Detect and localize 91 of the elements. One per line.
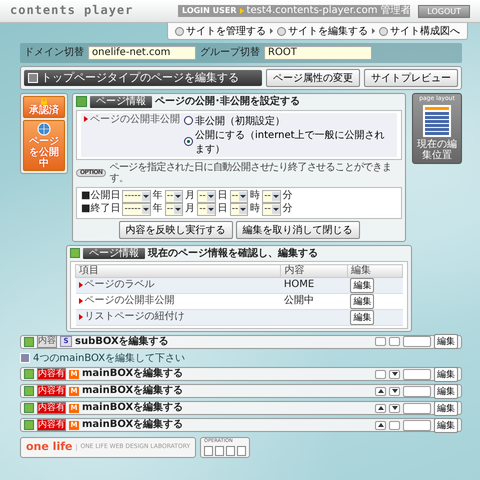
table-cell: ページのラベル — [84, 279, 154, 291]
dropdown-field[interactable]: -- — [262, 202, 281, 216]
edit-button[interactable]: 編集 — [434, 384, 458, 398]
domain-label: ドメイン切替 — [24, 47, 84, 59]
table-cell: 公開中 — [284, 295, 314, 306]
unit-label: 分 — [282, 203, 293, 215]
edit-button[interactable]: 編集 — [350, 294, 374, 308]
panel-title: ページの公開･非公開を設定する — [155, 96, 300, 108]
domain-field[interactable]: onelife-net.com — [88, 46, 196, 60]
app-logo: contents player — [10, 4, 134, 18]
edit-button[interactable]: 編集 — [350, 278, 374, 292]
bullet-icon — [78, 282, 82, 288]
section-tag: ページ情報 — [90, 96, 152, 108]
radio-option[interactable]: 公開にする（internet上で一般に公開されます） — [184, 128, 394, 156]
unit-label: 時 — [250, 203, 260, 215]
dropdown-field[interactable]: ----- — [122, 202, 151, 216]
toolbar-button[interactable]: サイトプレビュー — [364, 69, 458, 87]
page-title: トップページタイプのページを編集する — [41, 72, 239, 84]
action-button[interactable]: 編集を取り消して閉じる — [236, 220, 360, 238]
edit-button[interactable]: 編集 — [434, 418, 458, 432]
edit-button[interactable]: 編集 — [434, 400, 458, 416]
field-label: ページの公開非公開 — [90, 114, 180, 125]
group-label: グループ切替 — [200, 47, 260, 59]
dropdown-field[interactable]: -- — [230, 190, 248, 202]
dropdown-field[interactable]: -- — [230, 202, 248, 216]
panel-title: 現在のページ情報を確認し、編集する — [148, 248, 318, 259]
move-up-button[interactable] — [375, 386, 386, 396]
blank-button[interactable] — [389, 337, 400, 346]
action-button[interactable]: 内容を反映し実行する — [118, 220, 232, 238]
content-tag: 内容 — [37, 335, 57, 348]
table-cell: ページの公開非公開 — [84, 295, 174, 307]
group-field[interactable]: ROOT — [264, 46, 372, 60]
column-header: 編集 — [347, 264, 402, 277]
dropdown-field[interactable]: -- — [197, 202, 216, 216]
bullet-icon — [78, 314, 82, 320]
section-note: 4つのmainBOXを編集して下さい — [33, 352, 186, 364]
nav-link[interactable]: サイト構成図へ — [377, 24, 462, 38]
move-down-button[interactable] — [389, 386, 400, 396]
nav-link[interactable]: サイトを編集する — [275, 24, 370, 38]
box-label: mainBOXを編集する — [82, 368, 184, 380]
edit-button[interactable]: 編集 — [434, 334, 458, 349]
unit-label: 月 — [185, 190, 196, 202]
move-up-button[interactable] — [375, 420, 386, 430]
move-down-button[interactable] — [389, 404, 400, 412]
content-tag: 内容有 — [37, 368, 66, 380]
unit-label: 月 — [185, 203, 196, 215]
layout-drawing — [423, 104, 451, 137]
toggle-icon[interactable] — [24, 336, 34, 346]
bullet-icon — [84, 116, 88, 122]
date-label: ■公開日 — [81, 190, 120, 202]
column-header: 内容 — [280, 264, 348, 277]
thumbnail-caption: 現在の編集位置 — [416, 138, 458, 161]
page-icon — [28, 72, 38, 83]
unit-label: 日 — [218, 203, 228, 215]
edit-button[interactable]: 編集 — [434, 366, 458, 382]
separator-icon — [270, 28, 273, 34]
box-label: mainBOXを編集する — [82, 402, 184, 414]
table-cell: HOME — [284, 279, 314, 290]
option-note: ページを指定された日に自動公開させたり終了させることができます。 — [109, 162, 392, 184]
unit-label: 分 — [282, 190, 293, 202]
content-tag: 内容有 — [37, 384, 66, 398]
separator-icon — [372, 28, 375, 34]
radio-option[interactable]: 非公開（初期設定） — [184, 114, 394, 128]
table-cell: リストページの紐付け — [84, 311, 184, 323]
dropdown-field[interactable]: -- — [197, 190, 216, 202]
box-label: mainBOXを編集する — [82, 419, 184, 431]
dropdown-field[interactable]: ----- — [122, 190, 151, 202]
box-label: subBOXを編集する — [75, 336, 170, 348]
edit-button[interactable]: 編集 — [350, 310, 374, 324]
toggle-icon[interactable] — [70, 248, 80, 258]
dropdown-field[interactable]: -- — [262, 190, 281, 202]
toolbar-button[interactable]: ページ属性の変更 — [266, 69, 360, 87]
content-tag: 内容有 — [37, 402, 66, 414]
move-down-button[interactable] — [389, 370, 400, 378]
move-up-button[interactable] — [375, 404, 386, 412]
unit-label: 時 — [250, 190, 260, 202]
unit-label: 日 — [218, 190, 228, 202]
box-label: mainBOXを編集する — [82, 385, 184, 397]
login-bar: LOGIN USER test4.contents-player.com 管理者 — [178, 5, 410, 17]
bullet-icon — [78, 298, 82, 304]
section-tag: ページ情報 — [83, 248, 145, 259]
date-label: ■終了日 — [81, 203, 120, 215]
company-logo: one life — [26, 441, 72, 454]
unit-label: 年 — [152, 203, 163, 215]
unit-label: 年 — [152, 190, 163, 202]
dropdown-field[interactable]: -- — [164, 190, 184, 202]
dropdown-field[interactable]: -- — [164, 202, 184, 216]
content-tag: 内容有 — [37, 418, 66, 432]
blank-button[interactable] — [375, 337, 386, 346]
column-header: 項目 — [76, 264, 281, 277]
nav-link[interactable]: サイトを管理する — [173, 24, 268, 38]
